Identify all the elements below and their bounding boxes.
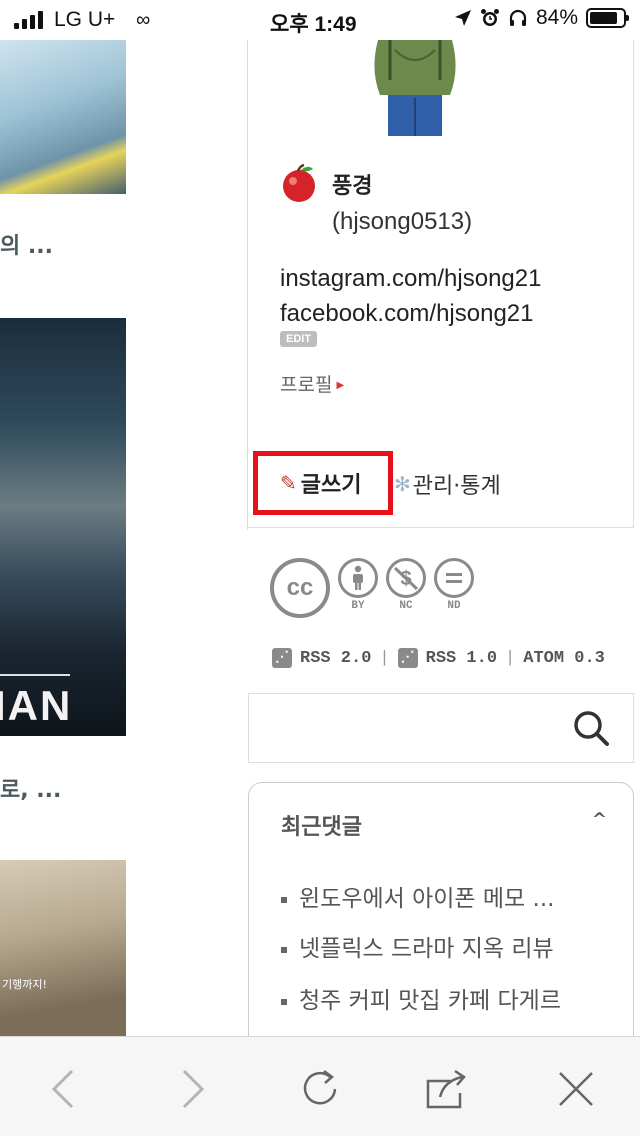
admin-stats-label: 관리·통계 [412, 474, 501, 499]
triangle-right-icon: ▶ [336, 380, 345, 391]
no-dollar-icon: $ [386, 558, 426, 598]
thumbnail-text: 기행까지! [2, 978, 47, 991]
edit-button[interactable]: EDIT [280, 331, 318, 347]
profile-bio-line: instagram.com/hjsong21 [280, 265, 542, 292]
browser-toolbar [0, 1036, 640, 1136]
alarm-icon [480, 9, 499, 26]
cc-nc-badge: $ NC [386, 558, 426, 612]
rss1-link[interactable]: RSS 1.0 [426, 649, 497, 668]
location-icon [454, 10, 471, 26]
profile-card: 풍경 (hjsong0513) instagram.com/hjsong21 f… [248, 40, 634, 528]
cc-nd-badge: ND [434, 558, 474, 612]
forward-icon[interactable] [170, 1067, 214, 1111]
rss2-link[interactable]: RSS 2.0 [300, 649, 371, 668]
equals-icon [434, 558, 474, 598]
link-icon: ∞ [136, 9, 151, 31]
cc-text: cc [286, 574, 314, 601]
bullet-icon [281, 946, 287, 953]
comment-item[interactable]: 윈도우에서 아이폰 메모 ... [281, 879, 554, 913]
carrier-name: LG U+ [54, 8, 116, 31]
post-list: 의 ... IAN 로, ... 기행까지! [0, 40, 235, 1036]
feed-links: ⋰ RSS 2.0 | ⋰ RSS 1.0 | ATOM 0.3 [272, 648, 605, 668]
comment-item[interactable]: 청주 커피 맛집 카페 다게르 [281, 981, 561, 1015]
atom-link[interactable]: ATOM 0.3 [523, 649, 605, 668]
separator: | [379, 648, 390, 668]
profile-bio-line: facebook.com/hjsong21 [280, 300, 534, 327]
profile-link-label: 프로필 [280, 374, 333, 396]
profile-avatar-image [374, 40, 456, 136]
share-icon[interactable] [424, 1067, 468, 1111]
battery-icon [586, 8, 629, 28]
person-icon [338, 558, 378, 598]
pencil-icon: ✎ [280, 471, 297, 495]
write-post-button[interactable]: ✎ 글쓰기 [253, 451, 393, 515]
recent-comments-card: 최근댓글 ^ 윈도우에서 아이폰 메모 ... 넷플릭스 드라마 지옥 리뷰 청… [248, 782, 634, 1042]
post-thumbnail[interactable]: IAN [0, 318, 126, 736]
search-icon[interactable] [571, 708, 611, 748]
battery-fill [590, 12, 617, 24]
post-thumbnail[interactable]: 기행까지! [0, 860, 126, 1036]
admin-stats-link[interactable]: ✻ 관리·통계 [394, 468, 501, 500]
chevron-up-icon[interactable]: ^ [592, 809, 607, 830]
cc-badge-label: BY [351, 600, 365, 612]
profile-nickname: 풍경 [332, 174, 373, 199]
back-icon[interactable] [42, 1067, 86, 1111]
post-title[interactable]: 로, ... [0, 772, 61, 804]
profile-link[interactable]: 프로필 ▶ [280, 370, 344, 397]
profile-user-id: (hjsong0513) [332, 208, 473, 235]
clock: 오후 1:49 [270, 13, 357, 36]
comment-text: 청주 커피 맛집 카페 다게르 [299, 988, 562, 1014]
cc-by-badge: BY [338, 558, 378, 612]
rss-icon: ⋰ [397, 648, 418, 668]
cc-icon: cc [270, 558, 330, 618]
comment-item[interactable]: 넷플릭스 드라마 지옥 리뷰 [281, 929, 554, 963]
thumbnail-line [0, 674, 70, 676]
apple-icon [283, 163, 315, 202]
write-post-label: 글쓰기 [300, 473, 362, 498]
comment-text: 윈도우에서 아이폰 메모 ... [299, 886, 555, 912]
comment-text: 넷플릭스 드라마 지옥 리뷰 [299, 936, 554, 962]
cc-badge-label: ND [447, 600, 461, 612]
signal-icon [14, 11, 43, 29]
status-bar: LG U+ ∞ 오후 1:49 84% [0, 0, 640, 40]
close-icon[interactable] [554, 1067, 598, 1111]
recent-comments-title: 최근댓글 [281, 815, 362, 840]
search-box [248, 693, 634, 763]
separator: | [505, 648, 516, 668]
gear-icon: ✻ [394, 472, 411, 496]
bullet-icon [281, 896, 287, 903]
bullet-icon [281, 998, 287, 1005]
battery-percent: 84% [535, 6, 578, 29]
reload-icon[interactable] [298, 1067, 342, 1111]
post-title[interactable]: 의 ... [0, 228, 53, 260]
cc-badge-label: NC [399, 600, 413, 612]
post-thumbnail[interactable] [0, 40, 126, 194]
rss-icon: ⋰ [272, 648, 292, 668]
thumbnail-text: IAN [0, 682, 73, 729]
status-right: 84% [454, 6, 629, 30]
headphones-icon [509, 9, 527, 26]
search-input[interactable] [259, 704, 559, 752]
cc-license-badge[interactable]: cc BY $ NC ND [270, 558, 474, 618]
